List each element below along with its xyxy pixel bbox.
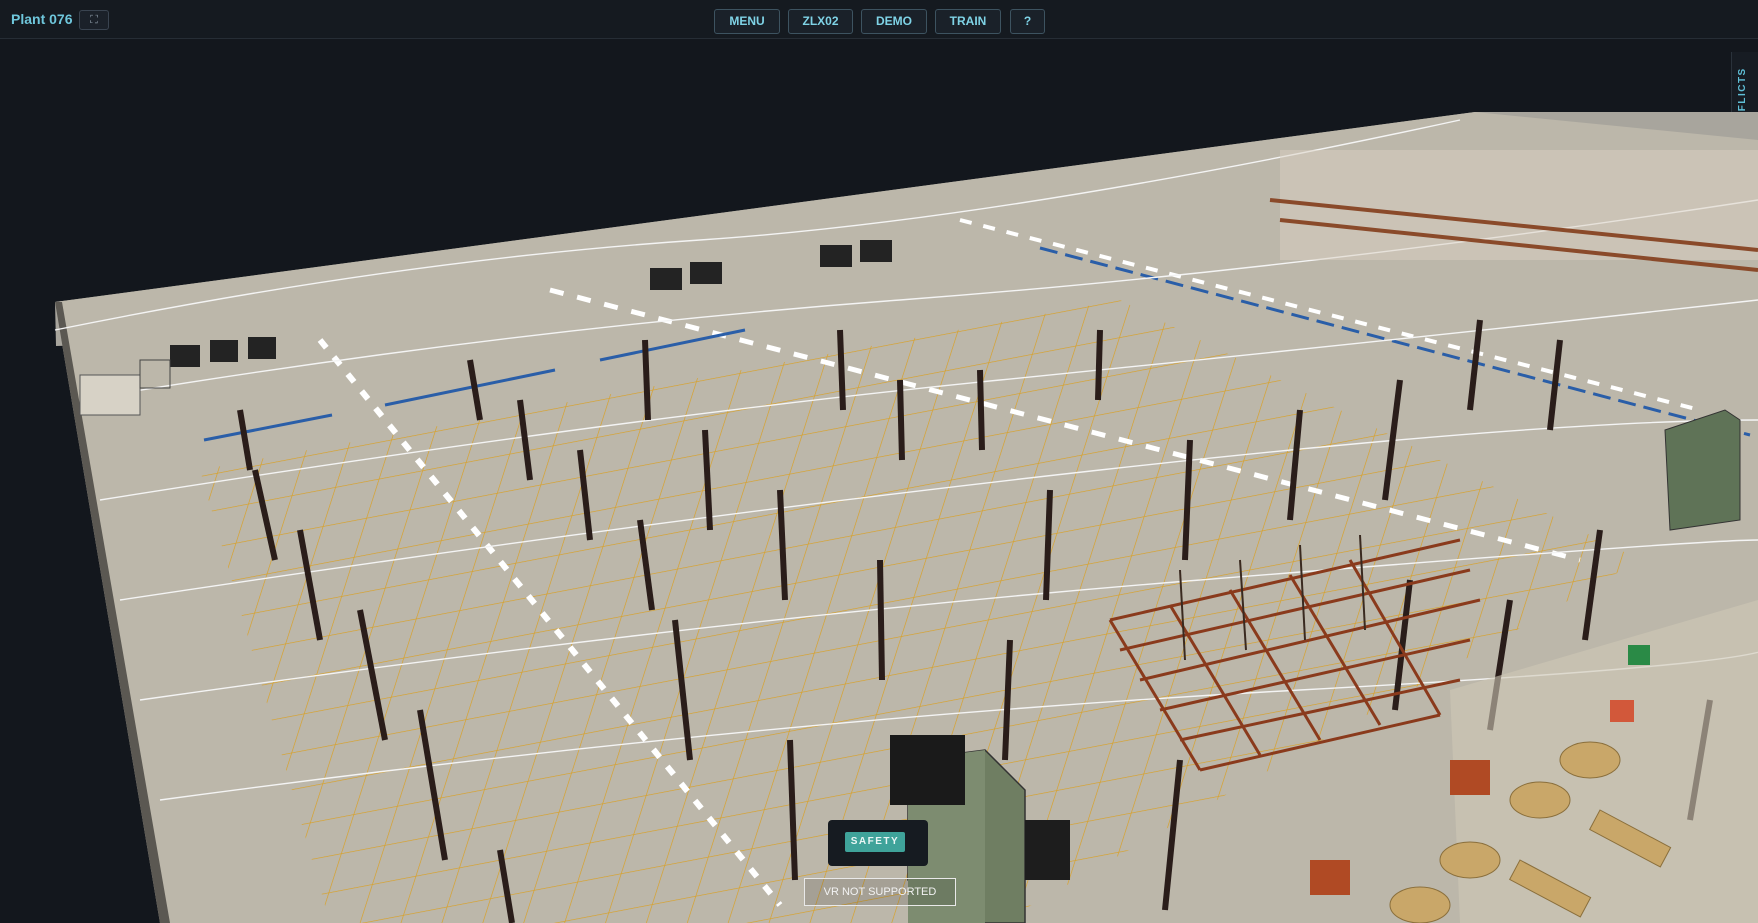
black-equipment [890, 735, 965, 805]
black-equipment [1025, 820, 1070, 880]
plant-title: Plant 076 [11, 11, 73, 27]
green-cabinet-right [1664, 409, 1741, 531]
demo-button[interactable]: DEMO [861, 9, 927, 34]
orange-cart [1310, 860, 1350, 895]
vr-not-supported-button[interactable]: VR NOT SUPPORTED [804, 878, 956, 906]
orange-cart [1450, 760, 1490, 795]
train-button[interactable]: TRAIN [935, 9, 1001, 34]
3d-viewport[interactable] [0, 38, 1758, 923]
red-bin [1610, 700, 1634, 722]
top-toolbar: Plant 076 ⛶ MENU ZLX02 DEMO TRAIN ? [0, 0, 1758, 39]
safety-button[interactable]: SAFETY [845, 832, 905, 852]
fullscreen-icon: ⛶ [90, 14, 98, 26]
fullscreen-button[interactable]: ⛶ [79, 10, 109, 30]
menu-button[interactable]: MENU [714, 9, 780, 34]
zlx02-button[interactable]: ZLX02 [788, 9, 853, 34]
safety-panel: SAFETY [828, 820, 928, 866]
green-bin [1628, 645, 1650, 665]
help-button[interactable]: ? [1010, 9, 1045, 34]
